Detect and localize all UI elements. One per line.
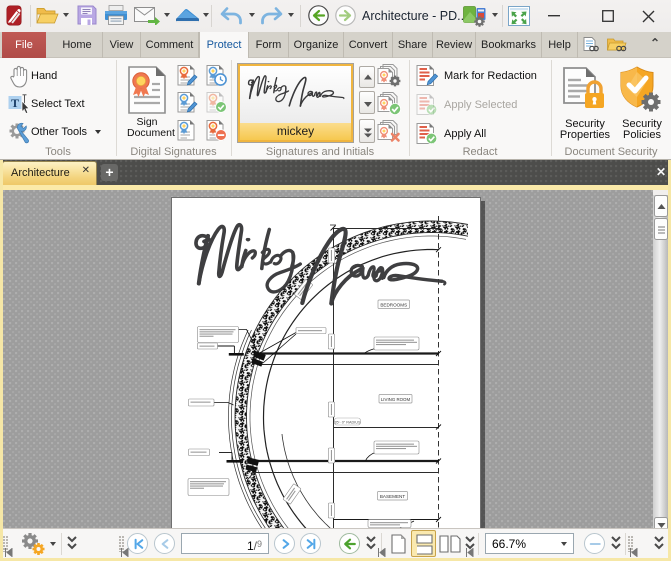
svg-text:35'- 0" RADIUS: 35'- 0" RADIUS (334, 420, 361, 424)
svg-text:BEDROOMS: BEDROOMS (380, 302, 407, 307)
svg-text:LIVING ROOM: LIVING ROOM (381, 397, 411, 402)
svg-text:T: T (11, 96, 19, 110)
svg-text:BASEMENT: BASEMENT (380, 494, 405, 499)
